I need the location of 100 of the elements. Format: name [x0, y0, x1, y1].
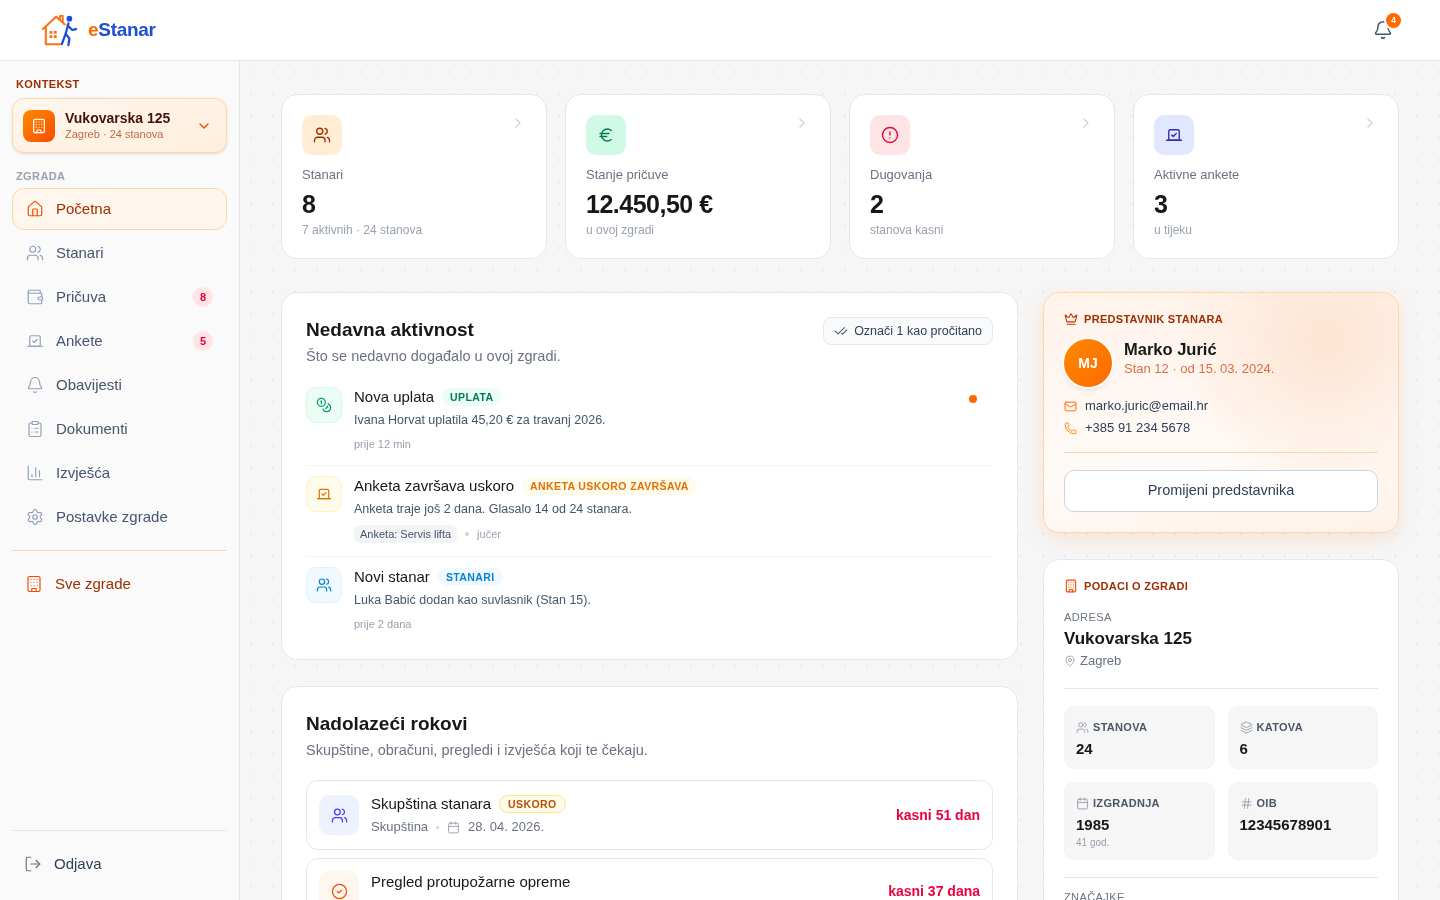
count-badge: 5 [193, 331, 213, 351]
panel-title: Nedavna aktivnost [306, 318, 475, 342]
activity-text: Luka Babić dodan kao suvlasnik (Stan 15). [354, 592, 592, 609]
reference-chip[interactable]: Anketa: Servis lifta [354, 525, 458, 543]
stat-value: 2 [870, 190, 885, 218]
panel-title: Nadolazeći rokovi [306, 712, 469, 736]
calendar-icon [447, 820, 461, 834]
calendar-icon [1076, 796, 1089, 810]
users-icon [302, 115, 342, 155]
stat-note: stanova kasni [870, 222, 945, 238]
fact-value: 24 [1076, 739, 1094, 759]
wallet-icon [26, 288, 44, 306]
fact-label: OIB [1256, 796, 1277, 810]
count-badge: 8 [193, 287, 213, 307]
stat-value: 12.450,50 € [586, 190, 714, 218]
logout-icon [24, 855, 42, 873]
deadline-card[interactable]: Pregled protupožarne opreme kasni 37 dana [306, 858, 993, 900]
mark-read-button[interactable]: Označi 1 kao pročitano [823, 317, 993, 345]
clipboard-icon [26, 420, 44, 438]
phone-icon [1064, 421, 1077, 435]
email-text: marko.juric@email.hr [1085, 397, 1208, 415]
activity-title: Anketa završava uskoro [354, 476, 515, 496]
nav-item[interactable]: Stanari [12, 232, 227, 274]
category-tag: STANARI [437, 568, 503, 586]
logo-text[interactable]: eStanar [88, 18, 156, 42]
euro-icon [586, 115, 626, 155]
card-heading: PREDSTAVNIK STANARA [1084, 312, 1223, 326]
stat-card[interactable]: Stanje pričuve 12.450,50 € u ovoj zgradi [565, 94, 831, 259]
status-tag: USKORO [499, 795, 566, 813]
field-label: ADRESA [1064, 610, 1113, 624]
bell-icon[interactable] [1373, 20, 1393, 40]
activity-time: prije 12 min [354, 437, 411, 452]
nav-item[interactable]: Izvješća [12, 452, 227, 494]
count-badge: 4 [1386, 13, 1401, 28]
activity-time: jučer [477, 527, 501, 542]
ballot-box-icon [306, 476, 342, 512]
stat-card[interactable]: Stanari 8 7 aktivnih · 24 stanova [281, 94, 547, 259]
stat-label: Stanari [302, 166, 345, 184]
activity-text: Anketa traje još 2 dana. Glasalo 14 od 24 stanara. [354, 501, 633, 518]
deadline-title: Pregled protupožarne opreme [371, 872, 571, 892]
stat-note: 7 aktivnih · 24 stanova [302, 222, 424, 238]
address-text: Vukovarska 125 [1064, 628, 1193, 650]
section-label: KONTEKST [15, 77, 81, 91]
building-icon [25, 575, 43, 593]
nav-item[interactable]: Početna [12, 188, 227, 230]
fact-value: 1985 [1076, 815, 1111, 835]
coins-icon [306, 387, 342, 423]
activity-title: Nova uplata [354, 387, 435, 407]
users-icon [319, 795, 359, 835]
nav-item[interactable]: Ankete 5 [12, 320, 227, 362]
nav-link[interactable]: Sve zgrade [12, 563, 227, 605]
person-detail: Stan 12 · od 15. 03. 2024. [1124, 360, 1275, 378]
nav-item[interactable]: Postavke zgrade [12, 496, 227, 538]
phone-text: +385 91 234 5678 [1085, 419, 1191, 437]
change-representative-button[interactable]: Promijeni predstavnika [1064, 470, 1378, 512]
activity-title: Novi stanar [354, 567, 430, 587]
fact-value: 12345678901 [1239, 815, 1333, 835]
city-text: Zagreb [1080, 652, 1122, 670]
building-switcher[interactable]: Vukovarska 125 Zagreb · 24 stanova [12, 98, 227, 153]
nav-item[interactable]: Dokumenti [12, 408, 227, 450]
users-icon [1076, 720, 1089, 734]
house-icon [26, 200, 44, 218]
stat-card[interactable]: Aktivne ankete 3 u tijeku [1133, 94, 1399, 259]
stat-card[interactable]: Dugovanja 2 stanova kasni [849, 94, 1115, 259]
fact-value: 6 [1239, 739, 1249, 759]
stat-note: u tijeku [1154, 222, 1194, 238]
stat-value: 3 [1154, 190, 1169, 218]
deadline-title: Skupština stanara [371, 794, 492, 814]
bell-icon [26, 376, 44, 394]
person-name: Marko Jurić [1124, 339, 1218, 359]
panel-subtitle: Što se nedavno događalo u ovoj zgradi. [306, 347, 561, 366]
card-heading: PODACI O ZGRADI [1084, 579, 1189, 593]
building-icon [1064, 579, 1078, 593]
deadline-card[interactable]: Skupština stanara USKORO Skupština 28. 04. 2026. kasni 51 dan [306, 780, 993, 850]
nav-item[interactable]: Obavijesti [12, 364, 227, 406]
stat-note: u ovoj zgradi [586, 222, 656, 238]
overdue-label: kasni 37 dana [888, 884, 980, 898]
stat-label: Dugovanja [870, 166, 934, 184]
activity-text: Ivana Horvat uplatila 45,20 € za travanj 2026. [354, 412, 607, 429]
overdue-label: kasni 51 dan [895, 808, 980, 822]
layers-icon [1239, 720, 1253, 734]
users-icon [26, 244, 44, 262]
logo-icon[interactable] [40, 13, 78, 47]
deadline-category: Skupština [371, 818, 429, 836]
crown-icon [1064, 312, 1078, 326]
settings-icon [26, 508, 44, 526]
panel-subtitle: Skupštine, obračuni, pregledi i izvješća koji te čekaju. [306, 741, 649, 760]
deadline-date: 28. 04. 2026. [468, 818, 544, 836]
stat-value: 8 [302, 190, 317, 218]
avatar: MJ [1064, 339, 1112, 387]
users-icon [306, 567, 342, 603]
ballot-box-icon [1154, 115, 1194, 155]
double-check-icon [834, 324, 849, 338]
stat-label: Aktivne ankete [1154, 166, 1241, 184]
alert-icon [870, 115, 910, 155]
nav-item[interactable]: Pričuva 8 [12, 276, 227, 318]
mail-icon [1064, 399, 1077, 413]
logout-link[interactable]: Odjava [12, 843, 227, 885]
building-icon [23, 109, 55, 142]
activity-time: prije 2 dana [354, 617, 412, 632]
